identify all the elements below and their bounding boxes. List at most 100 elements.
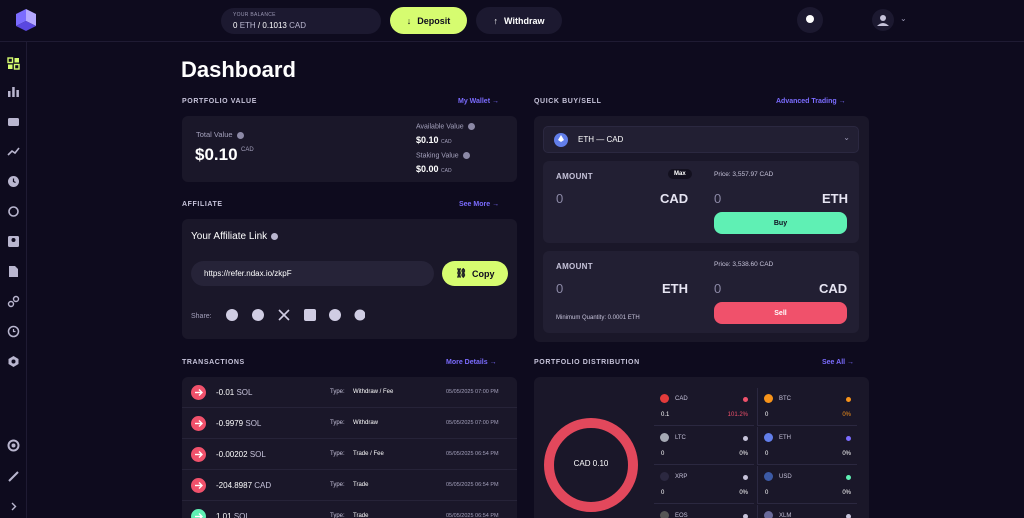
buy-amount-input[interactable]: 0 (556, 191, 563, 206)
wallet-icon[interactable] (7, 115, 20, 128)
buy-receive-input[interactable]: 0 (714, 191, 721, 206)
see-more-link[interactable]: See More → (459, 201, 499, 208)
balance-eth-unit: ETH (239, 21, 256, 30)
transactions-title: TRANSACTIONS (182, 359, 245, 366)
trend-icon[interactable] (7, 145, 20, 158)
balance-cad-unit: CAD (289, 21, 306, 30)
chevron-right-icon[interactable] (7, 500, 20, 513)
sidebar (0, 42, 27, 518)
more-details-link[interactable]: More Details → (446, 359, 497, 366)
coin-name: XLM (779, 513, 792, 518)
copy-button[interactable]: ⛓ Copy (442, 261, 508, 286)
copy-label: Copy (471, 268, 495, 279)
distribution-item-btc[interactable]: BTC 0 0% (757, 388, 857, 426)
xrp-icon (660, 472, 669, 481)
chevron-down-icon: ⌄ (843, 133, 850, 142)
available-value-label-text: Available Value (416, 123, 464, 131)
info-icon[interactable] (467, 123, 475, 130)
whatsapp-icon[interactable] (354, 309, 366, 321)
support-icon[interactable] (7, 439, 20, 452)
distribution-item-xrp[interactable]: XRP 0 0% (654, 466, 754, 504)
edit-icon[interactable] (7, 470, 20, 483)
table-row[interactable]: 1.01 SOL Type: Trade 05/05/2025 06:54 PM (182, 502, 517, 518)
coin-amount: 0 (661, 451, 665, 457)
notifications-button[interactable] (797, 7, 823, 33)
table-row[interactable]: -0.01 SOL Type: Withdraw / Fee 05/05/2025 0… (182, 378, 517, 408)
distribution-item-usd[interactable]: USD 0 0% (757, 466, 857, 504)
available-value-label: Available Value (416, 123, 475, 130)
x-icon[interactable] (278, 309, 290, 321)
usd-icon (764, 472, 773, 481)
tx-amount: -204.8987 CAD (216, 481, 271, 490)
arrow-right-icon: → (847, 359, 855, 366)
sell-receive-input[interactable]: 0 (714, 281, 721, 296)
info-icon[interactable] (462, 152, 470, 159)
sell-amount-input[interactable]: 0 (556, 281, 563, 296)
dashboard-icon[interactable] (7, 57, 20, 70)
link-icon[interactable] (7, 295, 20, 308)
see-all-link[interactable]: See All → (822, 359, 854, 366)
deposit-button[interactable]: ↓ Deposit (390, 7, 467, 34)
coin-color-dot (743, 475, 748, 480)
table-row[interactable]: -204.8987 CAD Type: Trade 05/05/2025 06:54 … (182, 471, 517, 501)
coin-percent: 0% (842, 490, 851, 496)
table-row[interactable]: -0.9979 SOL Type: Withdraw 05/05/2025 07:00… (182, 409, 517, 439)
portfolio-value-title: PORTFOLIO VALUE (182, 98, 257, 105)
telegram-icon[interactable] (329, 309, 341, 321)
arrow-down-icon: ↓ (406, 15, 412, 26)
arrow-right-icon (191, 478, 206, 493)
coin-percent: 0% (739, 490, 748, 496)
distribution-item-eth[interactable]: ETH 0 0% (757, 427, 857, 465)
tx-type-label: Type: (330, 389, 345, 395)
coin-percent: 0% (739, 451, 748, 457)
linkedin-icon[interactable] (304, 309, 316, 321)
bell-icon (806, 15, 814, 23)
user-icon (877, 15, 889, 26)
sell-button[interactable]: Sell (714, 302, 847, 324)
affiliate-link-field[interactable]: https://refer.ndax.io/zkpF (191, 261, 434, 286)
coin-name: ETH (779, 435, 791, 441)
staking-value: $0.00 CAD (416, 164, 452, 174)
affiliate-heading-text: Your Affiliate Link (191, 231, 268, 242)
refresh-icon[interactable] (7, 205, 20, 218)
coin-name: XRP (675, 474, 688, 480)
tx-date: 05/05/2025 07:00 PM (446, 389, 499, 395)
clock-icon[interactable] (7, 175, 20, 188)
user-avatar-button[interactable] (872, 9, 894, 31)
distribution-item-ltc[interactable]: LTC 0 0% (654, 427, 754, 465)
coin-name: USD (779, 474, 792, 480)
my-wallet-link[interactable]: My Wallet → (458, 98, 499, 105)
pair-selector[interactable]: ETH — CAD ⌄ (543, 126, 859, 153)
document-icon[interactable] (7, 265, 20, 278)
distribution-item-cad[interactable]: CAD 0.1 101.2% (654, 388, 754, 426)
arrow-right-icon (191, 385, 206, 400)
settings-icon[interactable] (7, 355, 20, 368)
info-icon[interactable] (236, 131, 244, 139)
facebook-icon[interactable] (252, 309, 264, 321)
portfolio-value-card: Total Value $0.10 CAD Available Value $0… (182, 116, 517, 182)
available-value: $0.10 CAD (416, 135, 452, 145)
withdraw-button[interactable]: ↑ Withdraw (476, 7, 562, 34)
table-row[interactable]: -0.00202 SOL Type: Trade / Fee 05/05/2025 0… (182, 440, 517, 470)
chevron-down-icon[interactable]: ⌄ (900, 14, 907, 23)
tx-amount-unit: SOL (249, 450, 266, 459)
advanced-trading-link-label: Advanced Trading (776, 98, 837, 105)
reddit-icon[interactable] (226, 309, 238, 321)
ndax-logo[interactable] (14, 8, 38, 32)
advanced-trading-link[interactable]: Advanced Trading → (776, 98, 846, 105)
info-icon[interactable] (271, 232, 279, 240)
bar-chart-icon[interactable] (7, 85, 20, 98)
id-card-icon[interactable] (7, 235, 20, 248)
history-icon[interactable] (7, 325, 20, 338)
distribution-item-eos[interactable]: EOS (654, 505, 754, 518)
tx-amount-value: 1.01 (216, 512, 232, 518)
max-button[interactable]: Max (668, 169, 692, 179)
available-value-amount: $0.10 (416, 135, 439, 145)
balance-separator: / (257, 21, 261, 30)
buy-button[interactable]: Buy (714, 212, 847, 234)
my-wallet-link-label: My Wallet (458, 98, 491, 105)
pair-label: ETH — CAD (578, 135, 624, 144)
buy-amount-unit: CAD (660, 191, 689, 206)
coin-color-dot (846, 397, 851, 402)
distribution-item-xlm[interactable]: XLM (757, 505, 857, 518)
